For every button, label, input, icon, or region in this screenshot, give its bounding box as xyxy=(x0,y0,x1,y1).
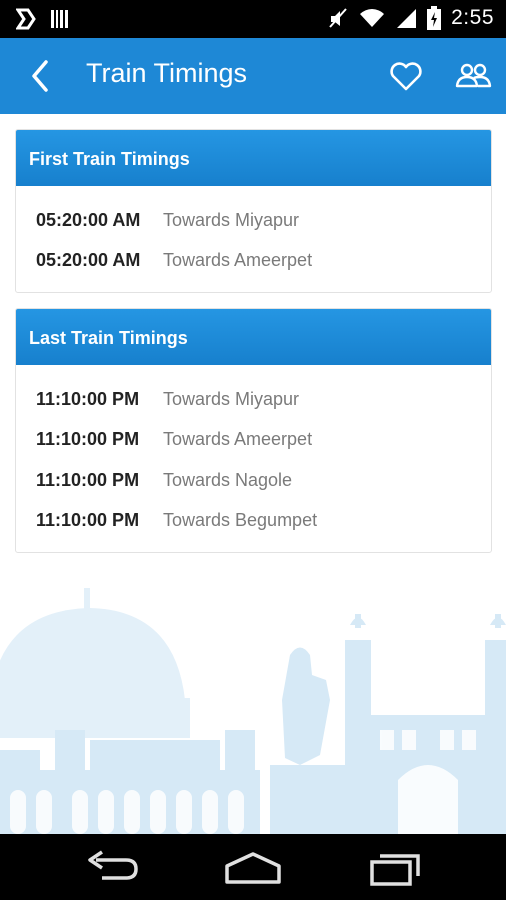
timing-destination: Towards Miyapur xyxy=(163,209,300,230)
nav-back-icon[interactable] xyxy=(82,848,142,888)
heart-icon[interactable] xyxy=(388,58,424,94)
city-skyline-illustration xyxy=(0,588,506,834)
timing-destination: Towards Miyapur xyxy=(163,388,300,409)
barcode-icon xyxy=(51,10,68,28)
list-item: 11:10:00 PM Towards Begumpet xyxy=(16,501,491,542)
app-bar: Train Timings xyxy=(0,38,506,114)
status-left-icons xyxy=(16,8,70,30)
timing-time: 11:10:00 PM xyxy=(36,388,140,409)
list-item: 05:20:00 AM Towards Miyapur xyxy=(16,200,491,241)
list-item: 05:20:00 AM Towards Ameerpet xyxy=(16,241,491,282)
page-title: Train Timings xyxy=(86,58,248,88)
people-icon[interactable] xyxy=(454,58,492,94)
last-train-header: Last Train Timings xyxy=(16,309,491,365)
timing-time: 05:20:00 AM xyxy=(36,250,141,271)
first-train-card: First Train Timings 05:20:00 AM Towards … xyxy=(15,129,492,293)
first-train-list: 05:20:00 AM Towards Miyapur 05:20:00 AM … xyxy=(16,186,491,281)
timing-destination: Towards Ameerpet xyxy=(163,429,313,450)
last-train-list: 11:10:00 PM Towards Miyapur 11:10:00 PM … xyxy=(16,365,491,541)
status-time: 2:55 xyxy=(451,6,494,29)
system-nav-bar xyxy=(0,834,506,900)
timing-time: 11:10:00 PM xyxy=(36,429,140,450)
first-train-header: First Train Timings xyxy=(16,130,491,186)
timing-destination: Towards Ameerpet xyxy=(163,250,313,271)
list-item: 11:10:00 PM Towards Miyapur xyxy=(16,379,491,420)
battery-icon xyxy=(427,6,442,30)
list-item: 11:10:00 PM Towards Ameerpet xyxy=(16,420,491,461)
status-right-icons: 2:55 xyxy=(327,6,494,30)
mute-icon xyxy=(329,8,347,28)
recents-icon[interactable] xyxy=(366,848,426,888)
timing-destination: Towards Begumpet xyxy=(163,510,318,531)
timing-time: 05:20:00 AM xyxy=(36,209,141,230)
timing-time: 11:10:00 PM xyxy=(36,510,140,531)
timing-time: 11:10:00 PM xyxy=(36,469,140,490)
timing-destination: Towards Nagole xyxy=(163,469,293,490)
status-bar: 2:55 xyxy=(0,0,506,38)
list-item: 11:10:00 PM Towards Nagole xyxy=(16,460,491,501)
signal-icon xyxy=(397,9,417,28)
home-icon[interactable] xyxy=(223,848,283,888)
back-icon[interactable] xyxy=(26,58,56,94)
notification-flag-icon xyxy=(16,8,36,30)
wifi-icon xyxy=(360,9,385,27)
last-train-card: Last Train Timings 11:10:00 PM Towards M… xyxy=(15,308,492,553)
